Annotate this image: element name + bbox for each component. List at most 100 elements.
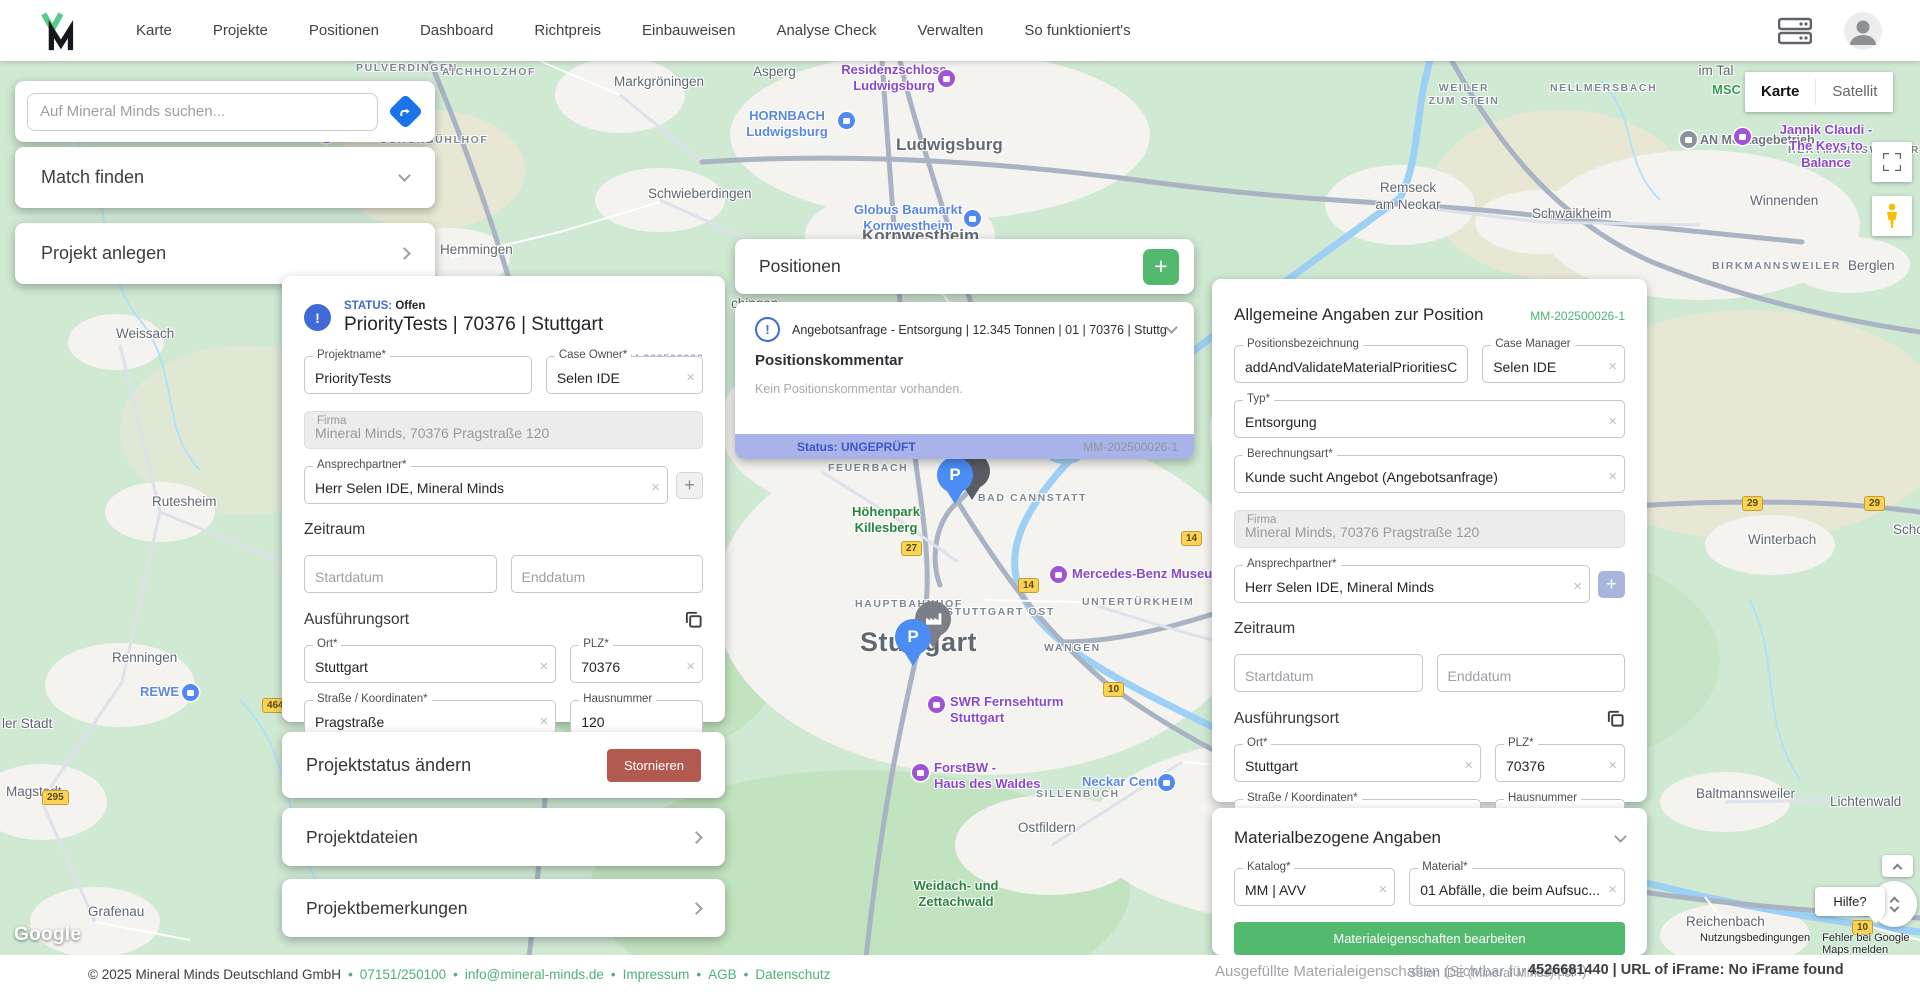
projektdateien-card[interactable]: Projektdateien (282, 808, 725, 866)
plz-field[interactable]: PLZ* 70376 × (570, 645, 703, 683)
nav-item-projekte[interactable]: Projekte (213, 22, 268, 39)
case-owner-field[interactable]: Case Owner* Selen IDE × (546, 356, 703, 394)
startdatum-field[interactable]: Startdatum (1234, 654, 1423, 692)
chevron-down-icon[interactable] (1614, 830, 1627, 843)
position-item-card[interactable]: ! Angebotsanfrage - Entsorgung | 12.345 … (735, 302, 1194, 459)
stornieren-button[interactable]: Stornieren (607, 749, 701, 782)
clear-icon[interactable]: × (539, 659, 548, 674)
chevron-down-icon (1889, 902, 1899, 912)
projektbemerkungen-card[interactable]: Projektbemerkungen (282, 879, 725, 937)
clear-icon[interactable]: × (1573, 579, 1582, 594)
nav-item-karte[interactable]: Karte (136, 22, 172, 39)
map-label: Weissach (116, 326, 174, 343)
search-input[interactable] (27, 93, 378, 131)
clear-icon[interactable]: × (686, 370, 695, 385)
shop-map-icon[interactable] (182, 684, 199, 701)
poi-map-icon[interactable] (1050, 566, 1067, 583)
map-pin-p[interactable]: P (894, 619, 932, 666)
footer-link[interactable]: Datenschutz (755, 967, 830, 982)
help-tooltip[interactable]: Hilfe? (1815, 887, 1885, 916)
footer-separator: • (453, 967, 458, 982)
nav-item-dashboard[interactable]: Dashboard (420, 22, 493, 39)
chevron-up-icon (1893, 863, 1903, 873)
clear-icon[interactable]: × (1608, 758, 1617, 773)
clear-icon[interactable]: × (1378, 882, 1387, 897)
field-value: 70376 (1506, 758, 1545, 774)
clear-icon[interactable]: × (1608, 469, 1617, 484)
terms-link[interactable]: Nutzungsbedingungen (1700, 932, 1810, 956)
positionsbezeichnung-field[interactable]: Positionsbezeichnung addAndValidateMater… (1234, 345, 1468, 383)
field-label: Ort* (1243, 737, 1271, 749)
map-label: Grafenau (88, 904, 144, 921)
footer-link[interactable]: Impressum (623, 967, 690, 982)
clear-icon[interactable]: × (1608, 882, 1617, 897)
map-label: Weidach- und Zettachwald (914, 878, 999, 911)
ort-field[interactable]: Ort* Stuttgart × (304, 645, 556, 683)
add-position-button[interactable]: + (1143, 249, 1179, 285)
nav-item-verwalten[interactable]: Verwalten (918, 22, 984, 39)
shop-map-icon[interactable] (1158, 774, 1175, 791)
match-finden-accordion[interactable]: Match finden (15, 147, 435, 208)
field-value: Selen IDE (557, 370, 620, 386)
poi-map-icon[interactable] (928, 696, 945, 713)
startdatum-field[interactable]: Startdatum (304, 555, 497, 593)
copy-icon[interactable] (1606, 709, 1625, 728)
map-type-karte-button[interactable]: Karte (1745, 72, 1815, 112)
plz-field[interactable]: PLZ* 70376 × (1495, 744, 1625, 782)
footer-link[interactable]: info@mineral-minds.de (465, 967, 604, 982)
ort-field[interactable]: Ort* Stuttgart × (1234, 744, 1481, 782)
nav-item-richtpreis[interactable]: Richtpreis (534, 22, 601, 39)
mineral-minds-logo[interactable] (38, 8, 80, 54)
nav-item-so-funktioniert-s[interactable]: So funktioniert's (1024, 22, 1130, 39)
enddatum-field[interactable]: Enddatum (1437, 654, 1626, 692)
pegman-button[interactable] (1872, 196, 1912, 236)
clear-icon[interactable]: × (651, 480, 660, 495)
footer-link[interactable]: 07151/250100 (360, 967, 446, 982)
map-label: UNTERTÜRKHEIM (1082, 596, 1194, 609)
add-contact-button[interactable]: + (676, 472, 703, 499)
clear-icon[interactable]: × (539, 714, 548, 729)
projekt-anlegen-accordion[interactable]: Projekt anlegen (15, 223, 435, 284)
nav-item-positionen[interactable]: Positionen (309, 22, 379, 39)
material-field[interactable]: Material* 01 Abfälle, die beim Aufsuc...… (1409, 868, 1625, 906)
katalog-field[interactable]: Katalog* MM | AVV × (1234, 868, 1395, 906)
ansprechpartner-field[interactable]: Ansprechpartner* Herr Selen IDE, Mineral… (304, 466, 668, 504)
projektname-field[interactable]: Projektname* PriorityTests (304, 356, 532, 394)
directions-button[interactable] (387, 94, 423, 130)
search-card (15, 81, 435, 142)
map-label: Höhenpark Killesberg (852, 504, 920, 537)
panel-collapse-button[interactable] (1882, 855, 1913, 877)
nav-item-einbauweisen[interactable]: Einbauweisen (642, 22, 735, 39)
clear-icon[interactable]: × (1464, 758, 1473, 773)
shop-map-icon[interactable] (964, 210, 981, 227)
case-manager-field[interactable]: Case Manager Selen IDE × (1482, 345, 1625, 383)
footer-link[interactable]: AGB (708, 967, 737, 982)
report-error-link[interactable]: Fehler bei Google Maps melden (1822, 932, 1920, 956)
road-badge: 14 (1181, 531, 1202, 546)
typ-field[interactable]: Typ* Entsorgung × (1234, 400, 1625, 438)
shop-map-icon[interactable] (838, 112, 855, 129)
poi-map-icon[interactable] (938, 70, 955, 87)
berechnungsart-field[interactable]: Berechnungsart* Kunde sucht Angebot (Ang… (1234, 455, 1625, 493)
add-contact-button[interactable]: + (1598, 571, 1625, 598)
clear-icon[interactable]: × (1608, 414, 1617, 429)
ansprechpartner-field[interactable]: Ansprechpartner* Herr Selen IDE, Mineral… (1234, 565, 1590, 603)
user-avatar[interactable] (1844, 12, 1882, 50)
enddatum-field[interactable]: Enddatum (511, 555, 704, 593)
copy-icon[interactable] (684, 610, 703, 629)
poi-map-icon[interactable] (1734, 128, 1751, 145)
material-edit-button[interactable]: Materialeigenschaften bearbeiten (1234, 922, 1625, 955)
field-label: Case Manager (1491, 338, 1574, 350)
poi-map-icon[interactable] (912, 764, 929, 781)
field-label: Straße / Koordinaten* (313, 693, 432, 705)
clear-icon[interactable]: × (1608, 359, 1617, 374)
position-status-bar: Status: UNGEPRÜFT MM-202500026-1 (735, 434, 1194, 459)
map-pin-p[interactable]: P (936, 457, 974, 504)
map-type-satellit-button[interactable]: Satellit (1816, 72, 1893, 112)
server-list-icon[interactable] (1778, 17, 1812, 45)
fullscreen-button[interactable] (1872, 142, 1912, 182)
chevron-down-icon[interactable] (1165, 321, 1178, 334)
nav-item-analyse-check[interactable]: Analyse Check (776, 22, 876, 39)
gray-map-icon[interactable] (1680, 131, 1697, 148)
clear-icon[interactable]: × (686, 659, 695, 674)
